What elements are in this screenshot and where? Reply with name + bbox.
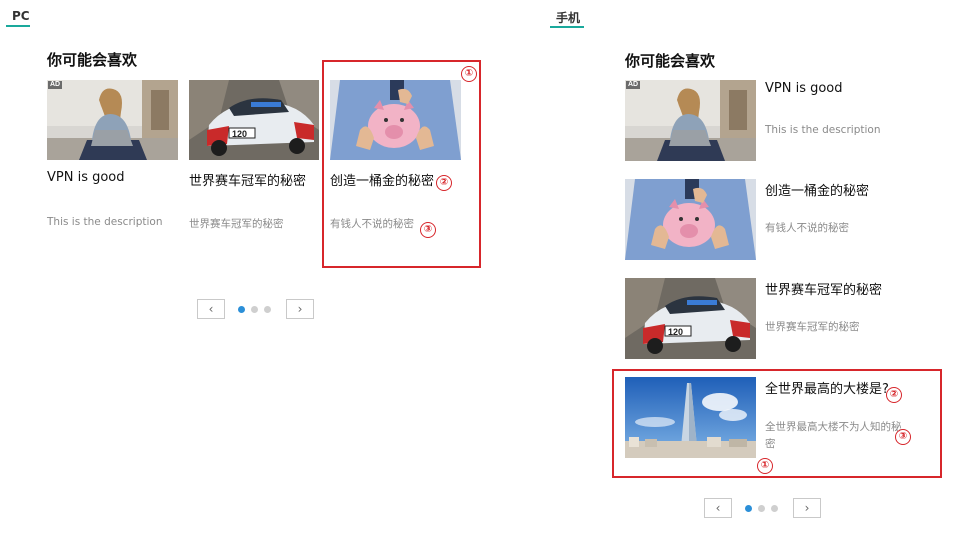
mobile-card-image-racecar[interactable]: 120 — [625, 278, 756, 359]
tab-pc[interactable]: PC — [12, 9, 30, 23]
laptop-woman-image — [625, 80, 756, 161]
pc-card-title[interactable]: 世界赛车冠军的秘密 — [189, 170, 306, 189]
pc-section-title: 你可能会喜欢 — [47, 51, 138, 69]
marker-2: ② — [436, 175, 452, 191]
piggy-bank-image — [625, 179, 756, 260]
race-car-image: 120 — [625, 278, 756, 359]
pc-highlight-box — [322, 60, 481, 268]
mobile-highlight-box — [612, 369, 942, 478]
svg-text:120: 120 — [232, 129, 247, 139]
mobile-card-desc: This is the description — [765, 124, 881, 136]
pc-next-button[interactable]: › — [286, 299, 314, 319]
mobile-card-title[interactable]: 世界赛车冠军的秘密 — [765, 279, 882, 298]
mobile-card-image-piggybank[interactable] — [625, 179, 756, 260]
mobile-pager-dot[interactable] — [758, 505, 765, 512]
race-car-image: 120 — [189, 80, 319, 160]
mobile-pager-dot[interactable] — [771, 505, 778, 512]
laptop-woman-image — [47, 80, 178, 160]
mobile-card-title[interactable]: VPN is good — [765, 81, 843, 96]
mobile-card-title[interactable]: 创造一桶金的秘密 — [765, 180, 869, 199]
pc-card-title[interactable]: VPN is good — [47, 170, 125, 185]
pc-card-image-racecar[interactable]: 120 — [189, 80, 319, 160]
tab-pc-underline — [6, 25, 30, 27]
pc-card-desc: This is the description — [47, 216, 163, 228]
mobile-card-desc: 世界赛车冠军的秘密 — [765, 321, 860, 333]
marker-1: ① — [461, 66, 477, 82]
mobile-card-image-laptop[interactable]: AD — [625, 80, 756, 161]
marker-3: ③ — [895, 429, 911, 445]
pc-card-image-laptop[interactable]: AD — [47, 80, 178, 160]
pc-pager-dot[interactable] — [251, 306, 258, 313]
mobile-next-button[interactable]: › — [793, 498, 821, 518]
marker-2: ② — [886, 387, 902, 403]
ad-badge: AD — [626, 81, 641, 89]
mobile-section-title: 你可能会喜欢 — [625, 52, 716, 70]
marker-3: ③ — [420, 222, 436, 238]
mobile-pager-dot[interactable] — [745, 505, 752, 512]
mobile-prev-button[interactable]: ‹ — [704, 498, 732, 518]
mobile-card-desc: 有钱人不说的秘密 — [765, 222, 849, 234]
ad-badge: AD — [48, 81, 63, 89]
svg-text:120: 120 — [668, 327, 683, 337]
pc-pager-dot[interactable] — [264, 306, 271, 313]
pc-card-desc: 世界赛车冠军的秘密 — [189, 218, 284, 230]
pc-prev-button[interactable]: ‹ — [197, 299, 225, 319]
tab-mobile-underline — [550, 26, 584, 28]
pc-pager-dot[interactable] — [238, 306, 245, 313]
marker-1: ① — [757, 458, 773, 474]
tab-mobile[interactable]: 手机 — [556, 9, 580, 26]
